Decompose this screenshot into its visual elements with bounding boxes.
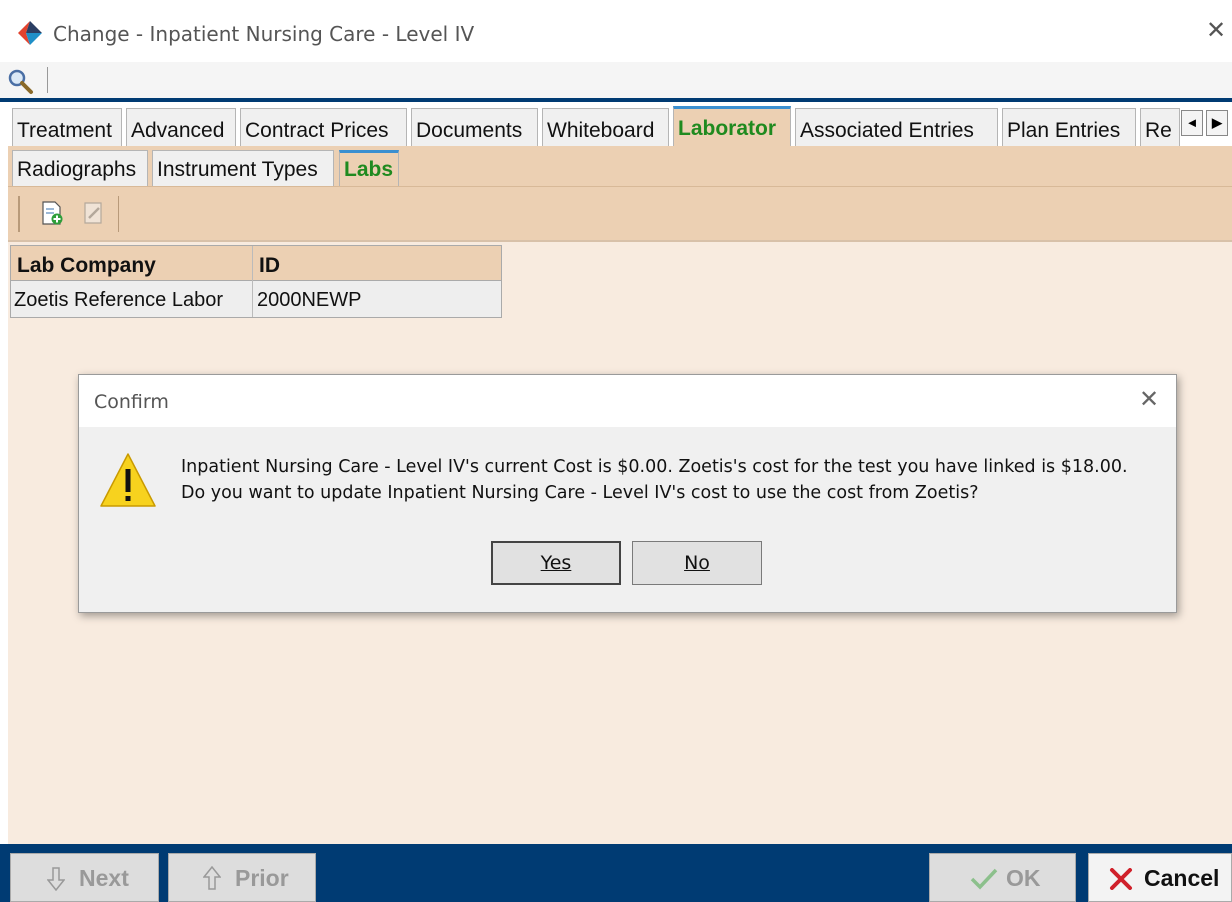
column-header-lab-company[interactable]: Lab Company	[17, 254, 156, 278]
tool-strip	[0, 62, 1232, 98]
column-header-id[interactable]: ID	[259, 254, 280, 278]
prior-button-label: Prior	[235, 865, 289, 891]
cancel-button[interactable]: Cancel	[1088, 853, 1232, 902]
window-titlebar: Change - Inpatient Nursing Care - Level …	[0, 0, 1232, 62]
ok-button-label: OK	[1006, 865, 1041, 891]
dialog-title: Confirm	[94, 391, 169, 413]
dialog-titlebar: Confirm ✕	[79, 375, 1176, 427]
dialog-message-line-1: Inpatient Nursing Care - Level IV's curr…	[181, 457, 1128, 477]
warning-icon	[100, 453, 156, 507]
column-divider	[252, 281, 253, 317]
app-logo-icon	[18, 21, 42, 45]
tab-documents[interactable]: Documents	[411, 108, 538, 146]
table-row[interactable]: Zoetis Reference Labor 2000NEWP	[10, 281, 502, 318]
tab-plan-entries[interactable]: Plan Entries	[1002, 108, 1136, 146]
tab-contract-prices[interactable]: Contract Prices	[240, 108, 407, 146]
subtab-instrument-types[interactable]: Instrument Types	[152, 150, 334, 186]
window-close-icon[interactable]: ✕	[1206, 18, 1226, 44]
toolbar-separator	[118, 196, 119, 232]
tab-whiteboard[interactable]: Whiteboard	[542, 108, 669, 146]
yes-button-label: Yes	[540, 552, 572, 574]
cancel-x-icon	[1110, 868, 1132, 890]
tab-treatment[interactable]: Treatment	[12, 108, 122, 146]
tab-scroll-left-icon[interactable]: ◄	[1181, 110, 1203, 136]
cancel-button-label: Cancel	[1144, 865, 1220, 891]
arrow-up-icon	[203, 866, 221, 890]
tab-scroll-right-icon[interactable]: ▶	[1206, 110, 1228, 136]
next-button[interactable]: Next	[10, 853, 159, 902]
tool-separator	[47, 67, 48, 93]
arrow-down-icon	[47, 867, 65, 891]
cell-lab-company: Zoetis Reference Labor	[14, 289, 224, 311]
toolbar-grip	[18, 196, 20, 232]
tab-advanced[interactable]: Advanced	[126, 108, 236, 146]
labs-toolbar	[8, 186, 1232, 241]
no-button-label: No	[684, 552, 710, 574]
confirm-dialog: Confirm ✕ Inpatient Nursing Care - Level…	[78, 374, 1177, 613]
search-icon[interactable]	[6, 67, 34, 95]
prior-button[interactable]: Prior	[168, 853, 316, 902]
tab-laboratory[interactable]: Laborator	[673, 106, 791, 146]
no-button[interactable]: No	[632, 541, 762, 585]
window-title: Change - Inpatient Nursing Care - Level …	[53, 22, 475, 46]
dialog-close-icon[interactable]: ✕	[1139, 387, 1159, 413]
tab-re-truncated[interactable]: Re	[1140, 108, 1180, 146]
next-button-label: Next	[79, 865, 129, 891]
left-edge	[0, 102, 8, 844]
column-divider	[252, 246, 253, 282]
edit-document-icon[interactable]	[82, 200, 106, 226]
tab-associated-entries[interactable]: Associated Entries	[795, 108, 998, 146]
dialog-message-line-2: Do you want to update Inpatient Nursing …	[181, 483, 979, 503]
yes-button[interactable]: Yes	[491, 541, 621, 585]
subtab-radiographs[interactable]: Radiographs	[12, 150, 148, 186]
cell-id: 2000NEWP	[257, 289, 362, 311]
subtab-labs[interactable]: Labs	[339, 150, 399, 186]
checkmark-icon	[970, 868, 998, 890]
ok-button[interactable]: OK	[929, 853, 1076, 902]
add-document-icon[interactable]	[40, 200, 64, 226]
grid-header: Lab Company ID	[10, 245, 502, 282]
